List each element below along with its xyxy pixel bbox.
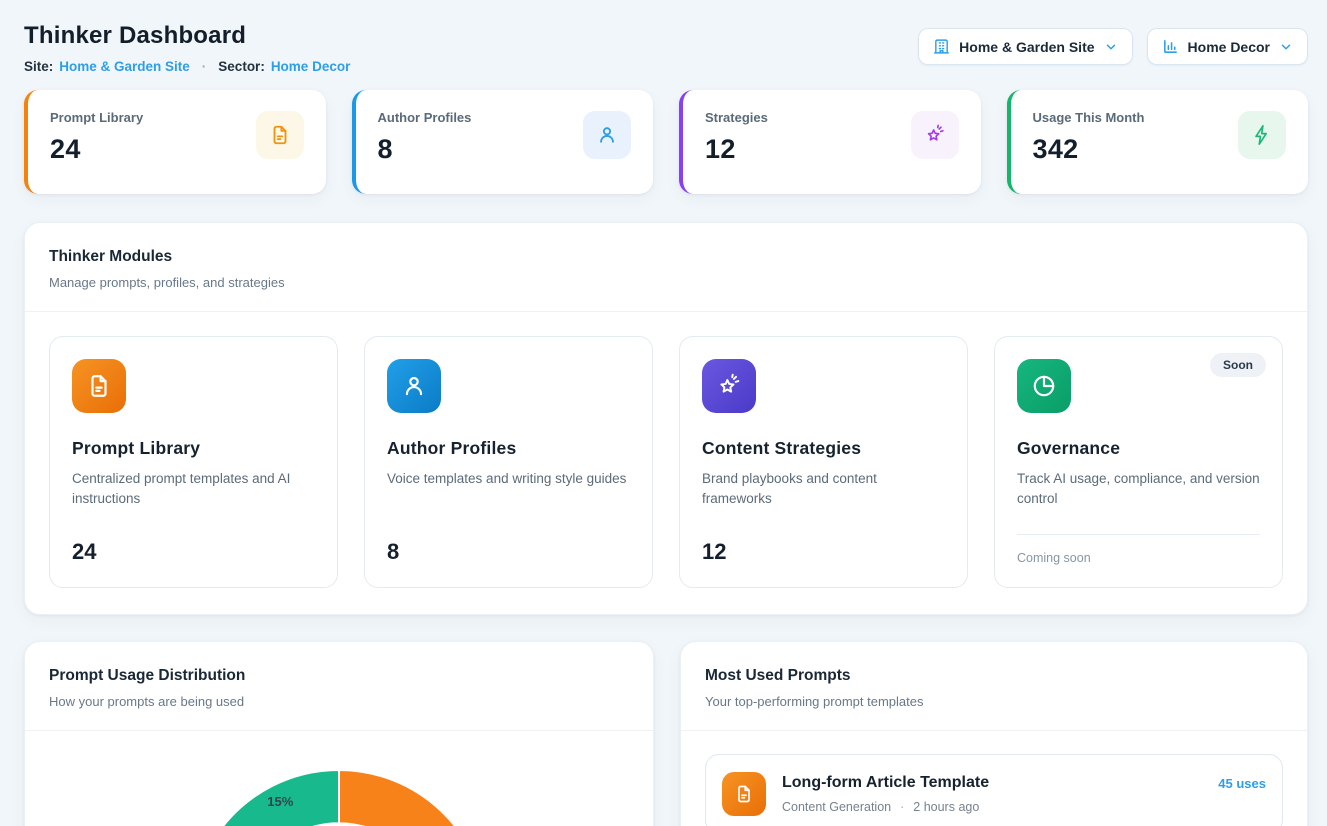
prompt-uses-badge: 45 uses (1218, 776, 1266, 791)
thinker-modules-panel: Thinker Modules Manage prompts, profiles… (24, 222, 1308, 615)
breadcrumb-separator: · (202, 59, 207, 74)
site-label: Site: (24, 59, 53, 74)
stat-card-author-profiles: Author Profiles 8 (352, 90, 654, 194)
user-icon (387, 359, 441, 413)
module-footer: Coming soon (1017, 534, 1260, 565)
divider (1017, 534, 1260, 535)
stat-label: Usage This Month (1033, 110, 1145, 125)
chevron-down-icon (1279, 40, 1293, 54)
prompt-time: 2 hours ago (913, 800, 979, 814)
usage-header: Prompt Usage Distribution How your promp… (25, 642, 653, 731)
most-used-subtitle: Your top-performing prompt templates (705, 694, 1283, 709)
module-count: 8 (387, 539, 630, 565)
module-description: Brand playbooks and content frameworks (702, 469, 945, 510)
bolt-icon (1238, 111, 1286, 159)
sparkle-star-icon (911, 111, 959, 159)
usage-subtitle: How your prompts are being used (49, 694, 629, 709)
bar-chart-icon (1162, 38, 1179, 55)
modules-header: Thinker Modules Manage prompts, profiles… (25, 223, 1307, 312)
stat-label: Author Profiles (378, 110, 472, 125)
module-count: 24 (72, 539, 315, 565)
stat-label: Prompt Library (50, 110, 143, 125)
sparkle-star-icon (702, 359, 756, 413)
stat-value: 24 (50, 134, 143, 165)
breadcrumb: Site: Home & Garden Site · Sector: Home … (24, 59, 350, 74)
site-select-label: Home & Garden Site (959, 39, 1094, 55)
soon-badge: Soon (1210, 353, 1266, 377)
document-icon (722, 772, 766, 816)
module-card-author-profiles[interactable]: Author Profiles Voice templates and writ… (364, 336, 653, 588)
modules-title: Thinker Modules (49, 248, 1283, 266)
chevron-down-icon (1104, 40, 1118, 54)
stat-card-usage: Usage This Month 342 (1007, 90, 1309, 194)
modules-subtitle: Manage prompts, profiles, and strategies (49, 275, 1283, 290)
page-header: Thinker Dashboard Site: Home & Garden Si… (24, 0, 1308, 74)
prompt-meta: Content Generation · 2 hours ago (782, 800, 989, 814)
stat-label: Strategies (705, 110, 768, 125)
site-link[interactable]: Home & Garden Site (59, 59, 190, 74)
module-description: Centralized prompt templates and AI inst… (72, 469, 315, 510)
stat-value: 12 (705, 134, 768, 165)
sector-select-dropdown[interactable]: Home Decor (1147, 28, 1308, 65)
most-used-prompts-panel: Most Used Prompts Your top-performing pr… (680, 641, 1308, 826)
sector-link[interactable]: Home Decor (271, 59, 351, 74)
list-item[interactable]: Long-form Article Template Content Gener… (705, 754, 1283, 826)
document-icon (256, 111, 304, 159)
module-title: Prompt Library (72, 438, 315, 459)
module-title: Author Profiles (387, 438, 630, 459)
most-used-title: Most Used Prompts (705, 667, 1283, 685)
module-title: Governance (1017, 438, 1260, 459)
usage-title: Prompt Usage Distribution (49, 667, 629, 685)
user-icon (583, 111, 631, 159)
sector-select-label: Home Decor (1188, 39, 1270, 55)
module-count: 12 (702, 539, 945, 565)
stat-card-prompt-library: Prompt Library 24 (24, 90, 326, 194)
donut-chart-svg: 15% (189, 768, 489, 826)
module-description: Track AI usage, compliance, and version … (1017, 469, 1260, 510)
stat-value: 8 (378, 134, 472, 165)
prompt-name: Long-form Article Template (782, 774, 989, 792)
coming-soon-text: Coming soon (1017, 551, 1260, 565)
stat-value: 342 (1033, 134, 1145, 165)
svg-text:15%: 15% (267, 794, 293, 809)
site-select-dropdown[interactable]: Home & Garden Site (918, 28, 1132, 65)
prompt-usage-panel: Prompt Usage Distribution How your promp… (24, 641, 654, 826)
prompt-list: Long-form Article Template Content Gener… (681, 731, 1307, 826)
stats-row: Prompt Library 24 Author Profiles 8 (24, 90, 1308, 194)
meta-separator: · (900, 800, 904, 814)
usage-donut-chart: 15% (25, 768, 653, 826)
module-title: Content Strategies (702, 438, 945, 459)
sector-label: Sector: (218, 59, 265, 74)
pie-chart-icon (1017, 359, 1071, 413)
module-description: Voice templates and writing style guides (387, 469, 630, 489)
module-card-content-strategies[interactable]: Content Strategies Brand playbooks and c… (679, 336, 968, 588)
module-card-governance: Soon Governance Track AI usage, complian… (994, 336, 1283, 588)
document-icon (72, 359, 126, 413)
page-title: Thinker Dashboard (24, 22, 350, 50)
module-card-prompt-library[interactable]: Prompt Library Centralized prompt templa… (49, 336, 338, 588)
stat-card-strategies: Strategies 12 (679, 90, 981, 194)
building-icon (933, 38, 950, 55)
prompt-category: Content Generation (782, 800, 891, 814)
most-used-header: Most Used Prompts Your top-performing pr… (681, 642, 1307, 731)
